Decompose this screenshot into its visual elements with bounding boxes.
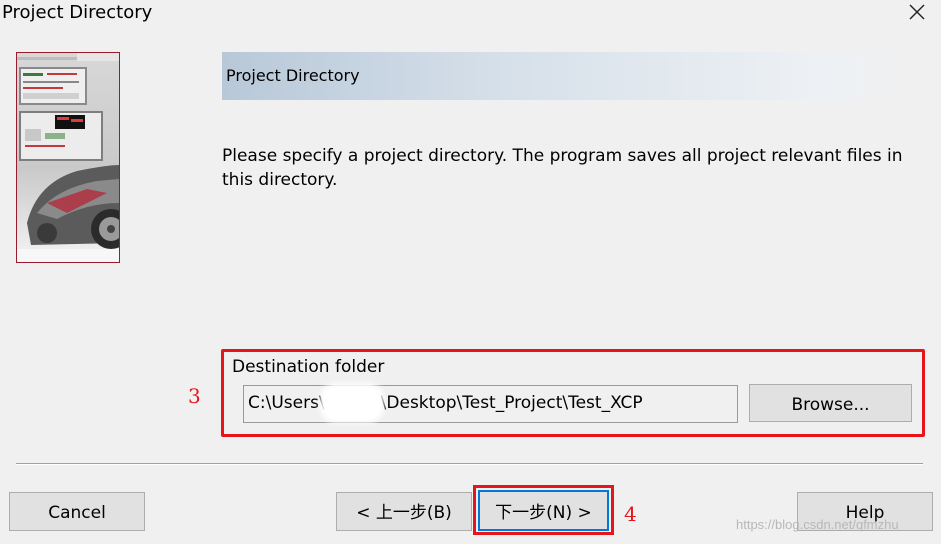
browse-button[interactable]: Browse... xyxy=(749,384,912,422)
watermark-text: https://blog.csdn.net/qfmzhu xyxy=(736,517,899,532)
back-button[interactable]: < 上一步(B) xyxy=(336,492,472,531)
annotation-marker-3: 3 xyxy=(188,384,201,408)
destination-path-field[interactable]: C:\Users\ \Desktop\Test_Project\Test_XCP xyxy=(243,385,738,423)
next-button[interactable]: 下一步(N) > xyxy=(478,490,609,531)
path-suffix: \Desktop\Test_Project\Test_XCP xyxy=(380,393,643,413)
wizard-side-image xyxy=(16,52,120,263)
annotation-marker-4: 4 xyxy=(624,502,637,526)
close-button[interactable] xyxy=(905,0,929,24)
redaction-blur xyxy=(326,389,378,417)
window-title: Project Directory xyxy=(2,2,153,23)
close-icon xyxy=(909,4,925,20)
footer-divider xyxy=(16,463,923,465)
destination-group-label: Destination folder xyxy=(232,357,385,377)
description-text: Please specify a project directory. The … xyxy=(222,146,903,190)
path-prefix: C:\Users\ xyxy=(248,393,325,413)
page-title: Project Directory xyxy=(226,66,360,85)
cancel-button[interactable]: Cancel xyxy=(9,492,145,531)
